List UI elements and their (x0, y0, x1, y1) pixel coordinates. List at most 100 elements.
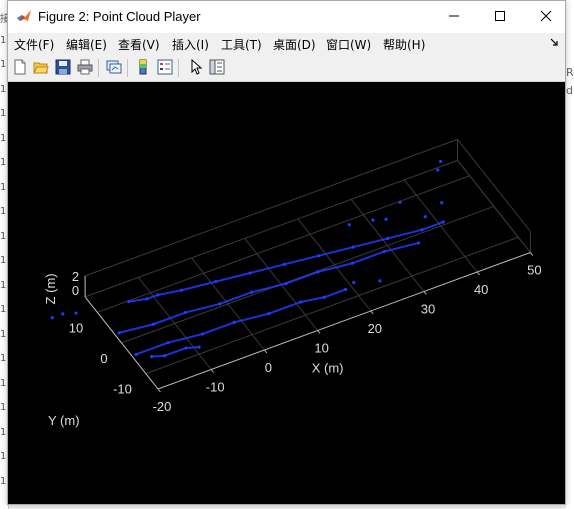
cloud-point-streak (150, 354, 166, 358)
x-tick-label: -10 (206, 380, 225, 395)
cloud-point-streak (152, 311, 187, 326)
menu-view[interactable]: 查看(V) (118, 36, 160, 53)
insert-legend-button[interactable] (156, 58, 174, 76)
cloud-point (441, 220, 445, 224)
x-tick-label: 20 (368, 321, 382, 336)
cloud-point-streak (386, 228, 423, 240)
close-button[interactable] (523, 1, 569, 31)
cloud-point-streak (267, 301, 302, 315)
insert-colorbar-button[interactable] (134, 58, 152, 76)
cloud-point (74, 311, 78, 315)
y-axis-label: Y (m) (48, 413, 80, 428)
cloud-point (440, 201, 444, 205)
menu-insert[interactable]: 插入(I) (172, 36, 209, 53)
axes-box-edge (457, 139, 531, 232)
cloud-point-streak (135, 341, 170, 356)
cloud-point-streak (218, 291, 253, 305)
minimize-icon (449, 15, 459, 17)
menu-help[interactable]: 帮助(H) (383, 36, 425, 53)
link-plot-button[interactable] (105, 58, 123, 76)
edit-plot-button[interactable] (187, 58, 205, 76)
menu-file[interactable]: 文件(F) (14, 36, 54, 53)
cloud-point-streak (249, 263, 286, 274)
cloud-point-streak (163, 346, 187, 357)
x-axis-line (157, 252, 531, 390)
menu-bar: 文件(F) 编辑(E) 查看(V) 插入(I) 工具(T) 桌面(D) 窗口(W… (8, 33, 565, 55)
cloud-point (439, 159, 443, 164)
cloud-point-streak (184, 302, 221, 314)
menu-window[interactable]: 窗口(W) (326, 36, 371, 53)
cloud-point-streak (250, 282, 288, 294)
point-cloud-axes[interactable]: -20 -10 0 10 20 30 40 50 -10 0 10 0 2 X (m) Y (m) Z (m) (8, 82, 565, 504)
figure-window: Figure 2: Point Cloud Player 文件(F) 编辑(E)… (7, 0, 566, 505)
x-tick-label: 40 (474, 282, 488, 297)
cloud-point (378, 279, 382, 283)
background-line-glyph: Re (566, 66, 574, 79)
cloud-point (343, 287, 348, 292)
cloud-point-streak (352, 237, 389, 249)
edit-plot-arrow-icon (191, 59, 203, 75)
x-tick-label: 0 (265, 360, 272, 375)
menu-dock-arrow-icon[interactable] (549, 37, 559, 47)
save-icon (55, 59, 71, 75)
z-axis-label: Z (m) (43, 273, 58, 304)
window-title: Figure 2: Point Cloud Player (38, 9, 201, 24)
print-icon (77, 59, 93, 75)
x-tick-mark (530, 252, 534, 256)
insert-legend-icon (157, 59, 173, 75)
z-tick-label: 2 (72, 269, 79, 284)
cloud-point-streak (118, 323, 155, 334)
new-figure-button[interactable] (11, 58, 29, 76)
y-tick-label: 0 (100, 351, 107, 366)
cloud-point (197, 345, 201, 349)
property-inspector-button[interactable] (208, 58, 226, 76)
cloud-point-streak (285, 270, 319, 285)
cloud-point (423, 215, 427, 219)
maximize-icon (495, 11, 505, 21)
cloud-point-streak (167, 333, 204, 344)
cloud-point-streak (283, 254, 320, 266)
save-button[interactable] (54, 58, 72, 76)
maximize-button[interactable] (477, 1, 523, 31)
x-tick-label: 30 (421, 302, 435, 317)
property-inspector-icon (209, 59, 225, 75)
y-tick-label: 10 (69, 320, 83, 335)
point-cloud-plot: -20-1001020304050-1001002X (m)Y (m)Z (m) (43, 138, 542, 428)
x-tick-mark (476, 271, 480, 276)
x-tick-mark (157, 388, 161, 393)
open-file-button[interactable] (32, 58, 50, 76)
cloud-point (371, 218, 375, 222)
x-tick-label: 50 (527, 263, 541, 278)
close-icon (540, 10, 552, 22)
cloud-point (50, 316, 54, 320)
new-figure-icon (14, 59, 26, 75)
x-tick-label: 10 (314, 341, 328, 356)
menu-edit[interactable]: 编辑(E) (66, 36, 107, 53)
x-tick-mark (264, 349, 268, 354)
cloud-point (436, 168, 440, 172)
axes-box-edge (84, 159, 458, 298)
x-tick-mark (370, 310, 374, 315)
background-line-glyph: di (566, 84, 574, 97)
title-bar[interactable]: Figure 2: Point Cloud Player (8, 1, 565, 33)
background-app-right: Re di (566, 0, 574, 509)
cloud-point-streak (351, 250, 386, 265)
x-axis-label: X (m) (312, 361, 344, 376)
y-axis-line (84, 296, 159, 390)
matlab-logo-icon (17, 10, 31, 21)
cloud-point-streak (323, 288, 347, 299)
cloud-point (61, 312, 65, 316)
y-tick-label: -10 (113, 382, 132, 397)
menu-tools[interactable]: 工具(T) (221, 36, 262, 53)
axes-box-edge (457, 160, 531, 253)
figure-toolbar (8, 55, 565, 82)
x-tick-mark (210, 369, 214, 373)
menu-desktop[interactable]: 桌面(D) (273, 36, 316, 53)
x-tick-mark (423, 291, 427, 295)
axes-box-edge (84, 138, 458, 277)
minimize-button[interactable] (431, 1, 477, 31)
print-button[interactable] (76, 58, 94, 76)
cloud-point-streak (299, 296, 326, 304)
cloud-point-streak (156, 289, 183, 296)
grid-line-y (145, 236, 519, 375)
